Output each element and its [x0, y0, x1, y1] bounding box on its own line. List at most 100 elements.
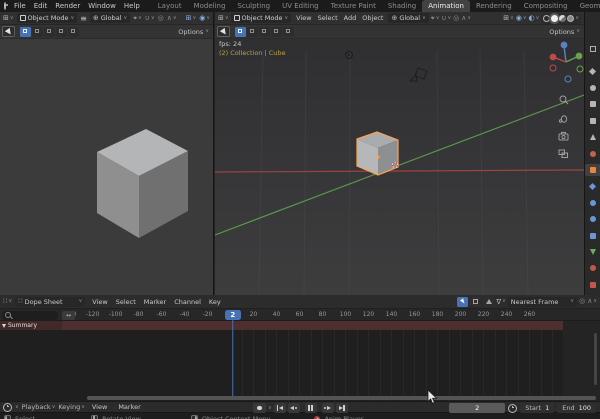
- expand-channels-button[interactable]: [62, 311, 75, 320]
- shading-solid-button[interactable]: [551, 15, 558, 22]
- dope-sheet-menu-item[interactable]: Select: [112, 298, 140, 306]
- only-selected-toggle[interactable]: [457, 297, 468, 307]
- orientation-dropdown[interactable]: Global: [388, 13, 428, 23]
- select-mode-intersect[interactable]: [68, 27, 79, 37]
- topbar-menu-item[interactable]: Window: [84, 2, 120, 10]
- camera-object[interactable]: [410, 68, 427, 81]
- current-frame-field[interactable]: 2: [449, 403, 505, 413]
- topbar-menu-item[interactable]: File: [10, 2, 30, 10]
- cube-object[interactable]: [357, 132, 398, 175]
- filter-dropdown[interactable]: [496, 298, 505, 306]
- previous-keyframe-button[interactable]: [288, 403, 300, 413]
- dope-sheet-menu-item[interactable]: Key: [205, 298, 225, 306]
- tab-modifiers[interactable]: [585, 180, 600, 192]
- keying-menu[interactable]: Keying: [58, 403, 85, 411]
- xray-toggle[interactable]: [529, 15, 540, 22]
- falloff-dropdown[interactable]: [587, 298, 597, 305]
- viewport-menu-item[interactable]: View: [293, 14, 314, 22]
- timeline-view-menu[interactable]: View: [88, 403, 111, 411]
- dope-sheet-menu-item[interactable]: Channel: [170, 298, 205, 306]
- auto-keying-button[interactable]: [253, 403, 266, 413]
- viewport-left[interactable]: Object Mode Global: [0, 12, 214, 295]
- workspace-tab[interactable]: Texture Paint: [325, 0, 382, 12]
- snap-toggle[interactable]: [441, 15, 451, 22]
- end-frame-field[interactable]: End100: [557, 403, 596, 413]
- mode-dropdown[interactable]: Object Mode: [17, 13, 78, 23]
- select-mode-invert[interactable]: [271, 27, 282, 37]
- gizmo-z-neg[interactable]: [565, 76, 571, 82]
- editor-type-button[interactable]: [3, 15, 14, 22]
- select-mode-invert[interactable]: [56, 27, 67, 37]
- options-dropdown[interactable]: Options: [178, 28, 211, 36]
- workspace-tab[interactable]: Rendering: [470, 0, 518, 12]
- show-hidden-toggle[interactable]: [470, 297, 481, 307]
- tab-object[interactable]: [585, 164, 600, 176]
- workspace-tab[interactable]: Sculpting: [231, 0, 276, 12]
- proportional-edit-toggle[interactable]: [158, 15, 164, 22]
- active-tool-select-box[interactable]: [2, 26, 15, 37]
- gizmo-z-axis[interactable]: [561, 42, 568, 49]
- topbar-menu-item[interactable]: Help: [120, 2, 144, 10]
- falloff-dropdown[interactable]: [461, 15, 471, 22]
- snap-mode-dropdown[interactable]: Nearest Frame: [508, 297, 577, 307]
- dope-sheet-menu-item[interactable]: View: [88, 298, 111, 306]
- orientation-dropdown[interactable]: Global: [90, 13, 130, 23]
- horizontal-scrollbar[interactable]: [87, 396, 596, 400]
- summary-channel-header[interactable]: Summary: [0, 321, 62, 330]
- gizmo-x-axis[interactable]: [550, 54, 557, 61]
- jump-to-start-button[interactable]: [274, 403, 286, 413]
- current-frame-badge[interactable]: 2: [225, 310, 241, 320]
- perspective-view-canvas[interactable]: [215, 37, 584, 295]
- workspace-tab[interactable]: Compositing: [518, 0, 574, 12]
- timeline-editor-icon[interactable]: [3, 403, 12, 412]
- tab-particles[interactable]: [585, 197, 600, 209]
- show-gizmo-dropdown[interactable]: [503, 15, 514, 22]
- editor-type-button[interactable]: ∷: [3, 298, 12, 305]
- navigation-gizmo[interactable]: [550, 42, 583, 82]
- channel-search-input[interactable]: [2, 311, 58, 320]
- workspace-tab[interactable]: Modeling: [188, 0, 232, 12]
- tab-world[interactable]: [585, 147, 600, 159]
- select-mode-intersect[interactable]: [283, 27, 294, 37]
- tab-tool[interactable]: [585, 65, 600, 77]
- blender-logo-icon[interactable]: [4, 2, 6, 10]
- light-object[interactable]: [346, 52, 353, 59]
- editor-type-button[interactable]: [218, 15, 229, 22]
- tab-material[interactable]: [585, 262, 600, 274]
- vertical-scrollbar[interactable]: [594, 333, 597, 385]
- jump-to-end-button[interactable]: [336, 403, 348, 413]
- summary-channel-row[interactable]: Summary: [0, 321, 600, 330]
- properties-editor-icon[interactable]: [585, 43, 600, 55]
- show-gizmo-dropdown[interactable]: [186, 15, 197, 22]
- gizmo-y-axis[interactable]: [576, 53, 583, 60]
- viewport-right[interactable]: Object Mode ViewSelectAddObject Global: [215, 12, 584, 295]
- topbar-menu-item[interactable]: Edit: [30, 2, 52, 10]
- select-mode-subtract[interactable]: [259, 27, 270, 37]
- tab-object-data[interactable]: [585, 246, 600, 258]
- camera-view-button[interactable]: [559, 132, 568, 140]
- workspace-tab[interactable]: Shading: [382, 0, 422, 12]
- move-view-button[interactable]: [559, 116, 566, 122]
- select-mode-set[interactable]: [235, 27, 246, 37]
- workspace-tab[interactable]: Layout: [152, 0, 188, 12]
- tab-constraints[interactable]: [585, 229, 600, 241]
- dope-sheet-mode-dropdown[interactable]: ∷ Dope Sheet: [15, 297, 85, 307]
- select-mode-extend[interactable]: [247, 27, 258, 37]
- gizmo-y-neg[interactable]: [577, 66, 583, 72]
- dope-sheet-menu-item[interactable]: Marker: [140, 298, 170, 306]
- pivot-dropdown[interactable]: [431, 15, 440, 22]
- collapse-triangle-icon[interactable]: [2, 324, 6, 328]
- viewport-menu-item[interactable]: Object: [359, 14, 386, 22]
- dope-sheet[interactable]: ∷ ∷ Dope Sheet ViewSelectMarkerChannelKe…: [0, 295, 600, 401]
- select-mode-set[interactable]: [20, 27, 31, 37]
- mode-dropdown[interactable]: Object Mode: [231, 13, 292, 23]
- shading-material-button[interactable]: [559, 15, 566, 22]
- ortho-toggle-button[interactable]: [559, 150, 568, 158]
- show-overlays-dropdown[interactable]: [516, 15, 527, 22]
- proportional-edit-toggle[interactable]: [453, 15, 459, 22]
- playback-menu[interactable]: Playback: [22, 403, 56, 411]
- start-frame-field[interactable]: Start1: [520, 403, 554, 413]
- workspace-tab[interactable]: Geometry Nodes: [574, 0, 600, 12]
- timeline-ruler[interactable]: -140-120-100-80-60-40-202040608010012014…: [0, 309, 600, 321]
- next-keyframe-button[interactable]: [322, 403, 334, 413]
